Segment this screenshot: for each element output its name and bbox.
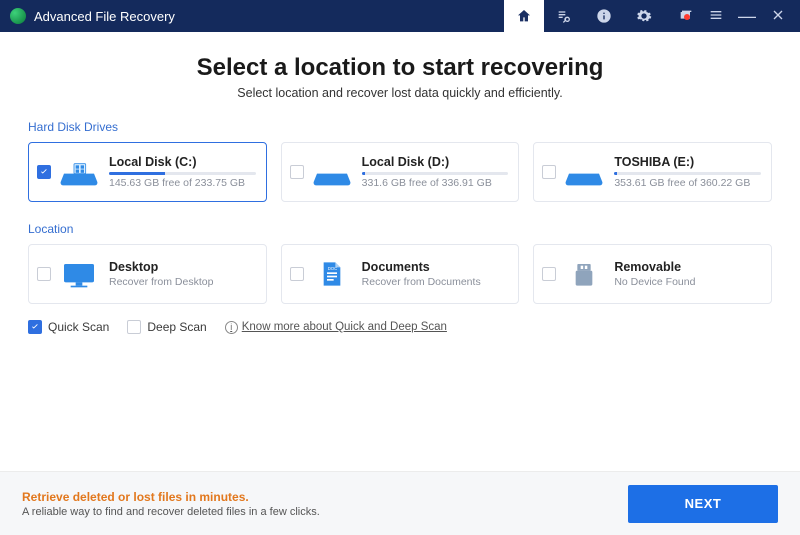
checkbox-icon xyxy=(290,267,304,281)
drive-name: Local Disk (D:) xyxy=(362,155,509,169)
drive-usage-bar xyxy=(362,172,509,175)
drive-free-text: 331.6 GB free of 336.91 GB xyxy=(362,177,509,189)
tab-home[interactable] xyxy=(504,0,544,32)
drive-usage-bar xyxy=(614,172,761,175)
location-card-desktop[interactable]: Desktop Recover from Desktop xyxy=(28,244,267,304)
info-icon xyxy=(596,8,612,24)
drive-free-text: 145.63 GB free of 233.75 GB xyxy=(109,177,256,189)
app-title: Advanced File Recovery xyxy=(34,9,175,24)
section-location-label: Location xyxy=(28,222,772,236)
footer-tip-sub: A reliable way to find and recover delet… xyxy=(22,506,320,518)
usb-icon xyxy=(564,257,604,291)
home-icon xyxy=(516,8,532,24)
hamburger-icon xyxy=(708,7,724,23)
location-sub: Recover from Desktop xyxy=(109,276,256,288)
checkbox-icon xyxy=(542,165,556,179)
main-content: Select a location to start recovering Se… xyxy=(0,32,800,334)
location-name: Removable xyxy=(614,260,761,274)
drive-usage-bar xyxy=(109,172,256,175)
drive-name: TOSHIBA (E:) xyxy=(614,155,761,169)
titlebar-tabs xyxy=(504,0,664,32)
tab-scan[interactable] xyxy=(544,0,584,32)
drives-grid: Local Disk (C:) 145.63 GB free of 233.75… xyxy=(28,142,772,202)
location-card-removable[interactable]: Removable No Device Found xyxy=(533,244,772,304)
drive-name: Local Disk (C:) xyxy=(109,155,256,169)
app-logo-icon xyxy=(10,8,26,24)
checkbox-icon xyxy=(290,165,304,179)
checkbox-icon xyxy=(37,165,51,179)
close-icon xyxy=(770,7,786,23)
notification-dot-icon xyxy=(684,14,690,20)
documents-icon: DOC xyxy=(312,257,352,291)
scan-options-row: Quick Scan Deep Scan i Know more about Q… xyxy=(28,320,772,334)
notifications-button[interactable] xyxy=(678,8,694,24)
page-title: Select a location to start recovering xyxy=(28,54,772,82)
drive-card-d[interactable]: Local Disk (D:) 331.6 GB free of 336.91 … xyxy=(281,142,520,202)
section-drives-label: Hard Disk Drives xyxy=(28,120,772,134)
svg-text:DOC: DOC xyxy=(327,266,336,271)
learn-more-link[interactable]: i Know more about Quick and Deep Scan xyxy=(225,321,447,334)
quick-scan-label: Quick Scan xyxy=(48,320,109,334)
drive-icon xyxy=(564,155,604,189)
gear-icon xyxy=(636,8,652,24)
close-button[interactable] xyxy=(770,7,786,26)
drive-icon xyxy=(59,155,99,189)
location-name: Desktop xyxy=(109,260,256,274)
drive-card-c[interactable]: Local Disk (C:) 145.63 GB free of 233.75… xyxy=(28,142,267,202)
menu-button[interactable] xyxy=(708,7,724,26)
footer-tip-title: Retrieve deleted or lost files in minute… xyxy=(22,490,320,504)
location-card-documents[interactable]: DOC Documents Recover from Documents xyxy=(281,244,520,304)
location-name: Documents xyxy=(362,260,509,274)
location-sub: Recover from Documents xyxy=(362,276,509,288)
desktop-icon xyxy=(59,257,99,291)
footer-bar: Retrieve deleted or lost files in minute… xyxy=(0,471,800,535)
drive-card-e[interactable]: TOSHIBA (E:) 353.61 GB free of 360.22 GB xyxy=(533,142,772,202)
location-sub: No Device Found xyxy=(614,276,761,288)
tab-settings[interactable] xyxy=(624,0,664,32)
titlebar: Advanced File Recovery — xyxy=(0,0,800,32)
next-button[interactable]: NEXT xyxy=(628,485,778,523)
page-subtitle: Select location and recover lost data qu… xyxy=(28,86,772,100)
deep-scan-label: Deep Scan xyxy=(147,320,206,334)
tab-info[interactable] xyxy=(584,0,624,32)
window-controls: — xyxy=(664,7,800,26)
checkbox-icon xyxy=(37,267,51,281)
locations-grid: Desktop Recover from Desktop DOC Documen… xyxy=(28,244,772,304)
drive-icon xyxy=(312,155,352,189)
drive-free-text: 353.61 GB free of 360.22 GB xyxy=(614,177,761,189)
quick-scan-checkbox[interactable]: Quick Scan xyxy=(28,320,109,334)
deep-scan-checkbox[interactable]: Deep Scan xyxy=(127,320,206,334)
page-heading: Select a location to start recovering Se… xyxy=(28,54,772,100)
checkbox-icon xyxy=(542,267,556,281)
info-circle-icon: i xyxy=(225,321,238,334)
search-list-icon xyxy=(556,8,572,24)
